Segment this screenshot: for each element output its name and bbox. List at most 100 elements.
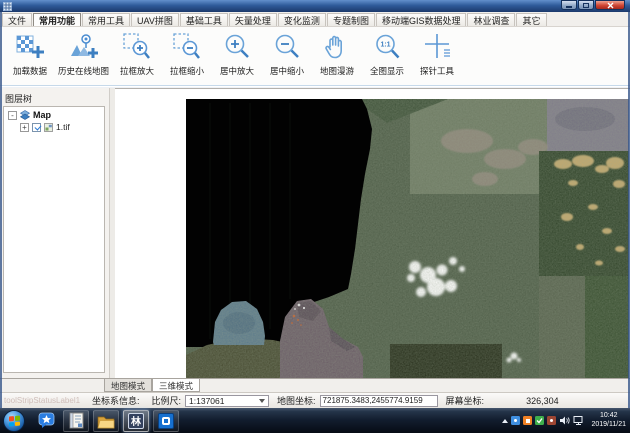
menu-tab-uav-mosaic[interactable]: UAV拼图	[131, 13, 179, 26]
center-zoom-in-button[interactable]: 居中放大	[212, 29, 262, 85]
center-zoom-out-icon	[272, 32, 302, 62]
tray-expand-arrow-icon[interactable]	[502, 419, 508, 423]
taskbar-app-star-chat[interactable]	[33, 410, 59, 432]
screen-coordinate-value: 326,304	[526, 396, 559, 406]
tab-map-mode[interactable]: 地图模式	[104, 379, 152, 392]
map-layers-icon	[20, 110, 30, 120]
star-bubble-icon	[38, 412, 55, 429]
forestry-app-icon: 林	[128, 413, 144, 429]
box-zoom-in-icon	[122, 32, 152, 62]
menu-tab-basic-tools[interactable]: 基础工具	[180, 13, 228, 26]
tray-ime-orange-icon[interactable]	[523, 416, 532, 425]
tray-red-icon[interactable]	[547, 416, 556, 425]
windows-logo-icon	[9, 415, 20, 426]
tray-green-icon[interactable]	[535, 416, 544, 425]
scale-value: 1:137061	[189, 396, 224, 406]
title-bar	[0, 0, 630, 12]
menu-tab-file[interactable]: 文件	[2, 13, 32, 26]
full-extent-icon: 1:1	[372, 32, 402, 62]
screen-coordinate-label: 屏幕坐标:	[446, 394, 485, 407]
clock-date: 2019/11/21	[591, 421, 626, 430]
start-button[interactable]	[3, 410, 25, 432]
ribbon-toolbar: 加载数据 历史在线地图 拉框放大 拉框缩小	[0, 27, 630, 86]
probe-tool-button[interactable]: 探针工具	[412, 29, 462, 85]
tree-node-map[interactable]: - Map	[4, 107, 104, 120]
tray-blue-icon[interactable]	[511, 416, 520, 425]
map-mode-tabbar: 地图模式 三维模式	[0, 378, 630, 392]
map-coordinate-value: 721875.3483,2455774.9159	[323, 396, 423, 405]
tab-3d-mode[interactable]: 三维模式	[152, 379, 200, 392]
probe-tool-icon	[422, 32, 452, 62]
speaker-icon[interactable]	[559, 415, 570, 426]
box-zoom-in-button[interactable]: 拉框放大	[112, 29, 162, 85]
layer-panel-title: 图层树	[0, 88, 109, 108]
coord-system-label: 坐标系信息:	[92, 394, 140, 407]
tool-label: 居中放大	[220, 65, 254, 77]
center-zoom-in-icon	[222, 32, 252, 62]
center-zoom-out-button[interactable]: 居中缩小	[262, 29, 312, 85]
taskbar-clock[interactable]: 10:42 2019/11/21	[591, 412, 626, 429]
scale-combobox[interactable]: 1:137061	[185, 395, 269, 407]
menu-tab-mobile-gis[interactable]: 移动端GIS数据处理	[376, 13, 467, 26]
expand-expander-icon[interactable]: +	[20, 123, 29, 132]
status-placeholder-label: toolStripStatusLabel1	[4, 396, 92, 405]
menu-tab-bar: 文件 常用功能 常用工具 UAV拼图 基础工具 矢量处理 变化监测 专题制图 移…	[0, 12, 630, 27]
tool-label: 拉框缩小	[170, 65, 204, 77]
tool-label: 拉框放大	[120, 65, 154, 77]
collapse-expander-icon[interactable]: -	[8, 111, 17, 120]
box-zoom-out-icon	[172, 32, 202, 62]
full-extent-button[interactable]: 1:1 全图显示	[362, 29, 412, 85]
taskbar-app-file-explorer[interactable]	[93, 410, 119, 432]
main-content: 图层树 - Map + 1.tif	[0, 88, 630, 378]
map-viewport[interactable]	[115, 88, 630, 378]
taskbar-app-forestry-gis[interactable]: 林	[123, 410, 149, 432]
tool-label: 加载数据	[13, 65, 47, 77]
menu-tab-change-monitoring[interactable]: 变化监测	[278, 13, 326, 26]
tool-label: 全图显示	[370, 65, 404, 77]
menu-tab-common-functions[interactable]: 常用功能	[33, 13, 81, 26]
raster-file-icon	[44, 123, 53, 132]
menu-tab-forestry-survey[interactable]: 林业调查	[467, 13, 515, 26]
scale-label: 比例尺:	[152, 394, 182, 407]
menu-tab-other[interactable]: 其它	[516, 13, 546, 26]
layer-panel: 图层树 - Map + 1.tif	[0, 88, 110, 378]
chevron-down-icon	[259, 399, 265, 403]
close-icon	[606, 1, 615, 10]
map-coordinate-field[interactable]: 721875.3483,2455774.9159	[320, 395, 438, 407]
tree-node-label: 1.tif	[56, 122, 70, 132]
journal-icon	[68, 412, 85, 429]
menu-tab-thematic-mapping[interactable]: 专题制图	[327, 13, 375, 26]
map-coordinate-label: 地图坐标:	[277, 394, 316, 407]
tree-node-label: Map	[33, 110, 51, 120]
folder-icon	[97, 413, 115, 429]
network-icon[interactable]	[573, 415, 584, 426]
blue-o-app-icon	[158, 413, 174, 429]
clock-time: 10:42	[591, 412, 626, 421]
tool-label: 探针工具	[420, 65, 454, 77]
minimize-icon	[566, 6, 572, 8]
menu-tab-vector-processing[interactable]: 矢量处理	[229, 13, 277, 26]
pan-hand-icon	[322, 32, 352, 62]
maximize-icon	[583, 3, 589, 8]
map-pan-button[interactable]: 地图漫游	[312, 29, 362, 85]
tool-label: 地图漫游	[320, 65, 354, 77]
history-online-map-icon	[69, 32, 99, 62]
full-extent-ratio-text: 1:1	[380, 42, 390, 49]
layer-tree[interactable]: - Map + 1.tif	[3, 106, 105, 373]
tool-label: 历史在线地图	[58, 65, 109, 77]
taskbar-app-journal[interactable]	[63, 410, 89, 432]
menu-tab-common-tools[interactable]: 常用工具	[82, 13, 130, 26]
system-tray: 10:42 2019/11/21	[502, 412, 630, 429]
tree-node-layer[interactable]: + 1.tif	[4, 120, 104, 132]
satellite-mosaic-image	[115, 89, 629, 378]
minimize-button[interactable]	[561, 0, 577, 10]
windows-taskbar: 林 10:42 2019/11/21	[0, 408, 630, 433]
status-bar: toolStripStatusLabel1 坐标系信息: 比例尺: 1:1370…	[0, 392, 630, 408]
maximize-button[interactable]	[578, 0, 594, 10]
box-zoom-out-button[interactable]: 拉框缩小	[162, 29, 212, 85]
layer-checkbox-checked[interactable]	[32, 123, 41, 132]
taskbar-app-blue-o[interactable]	[153, 410, 179, 432]
history-online-map-button[interactable]: 历史在线地图	[55, 29, 112, 85]
load-data-button[interactable]: 加载数据	[5, 29, 55, 85]
close-button[interactable]	[595, 0, 625, 10]
